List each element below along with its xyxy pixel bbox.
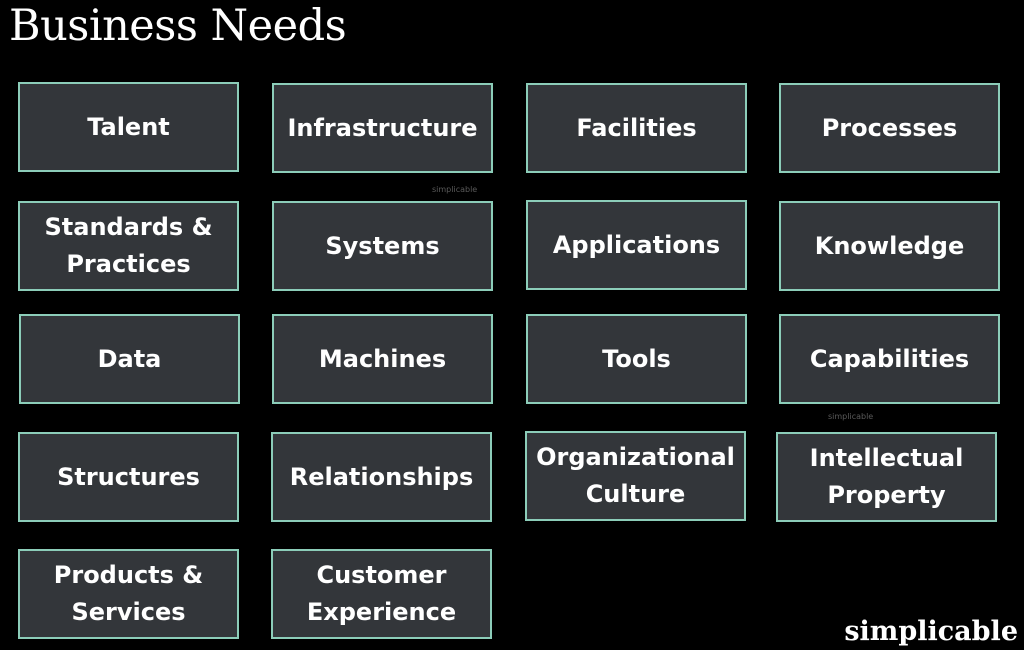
need-box-tools: Tools xyxy=(526,314,747,404)
need-box-organizational-culture: Organizational Culture xyxy=(525,431,746,521)
need-box-standards-practices: Standards & Practices xyxy=(18,201,239,291)
need-box-talent: Talent xyxy=(18,82,239,172)
need-box-infrastructure: Infrastructure xyxy=(272,83,493,173)
need-box-customer-experience: Customer Experience xyxy=(271,549,492,639)
need-box-processes: Processes xyxy=(779,83,1000,173)
brand-logo: simplicable xyxy=(844,616,1018,647)
need-box-data: Data xyxy=(19,314,240,404)
watermark: simplicable xyxy=(828,412,874,421)
need-box-relationships: Relationships xyxy=(271,432,492,522)
need-box-applications: Applications xyxy=(526,200,747,290)
need-box-intellectual-property: Intellectual Property xyxy=(776,432,997,522)
need-box-systems: Systems xyxy=(272,201,493,291)
need-box-products-services: Products & Services xyxy=(18,549,239,639)
need-box-facilities: Facilities xyxy=(526,83,747,173)
diagram-title: Business Needs xyxy=(9,1,347,51)
watermark: simplicable xyxy=(432,185,478,194)
need-box-structures: Structures xyxy=(18,432,239,522)
need-box-knowledge: Knowledge xyxy=(779,201,1000,291)
need-box-machines: Machines xyxy=(272,314,493,404)
need-box-capabilities: Capabilities xyxy=(779,314,1000,404)
